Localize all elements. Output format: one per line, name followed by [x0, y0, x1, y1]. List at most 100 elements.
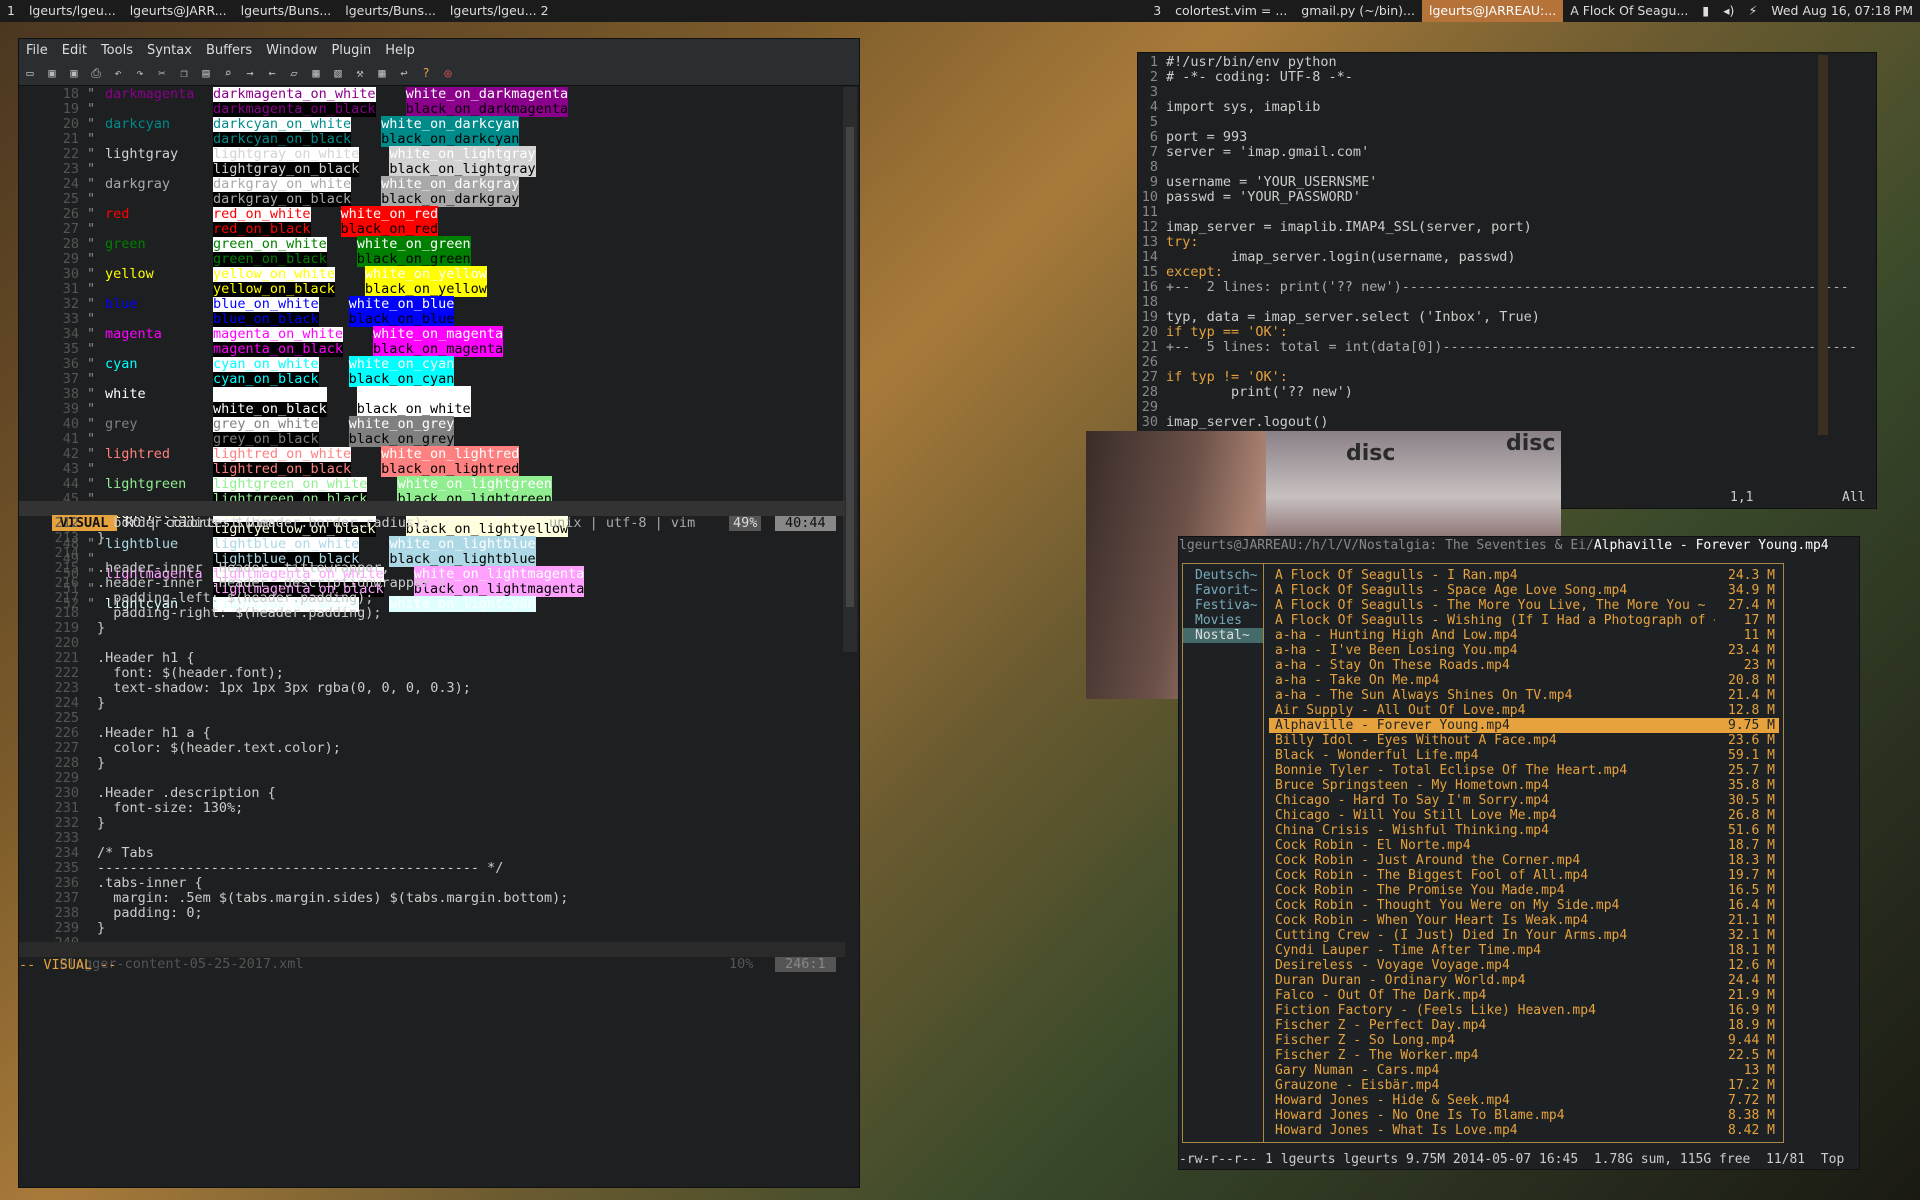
file-item[interactable]: Falco - Out Of The Dark.mp4 21.9 M: [1269, 988, 1779, 1003]
scrollbar-thumb[interactable]: [846, 127, 854, 607]
directory-item[interactable]: Favorit~: [1183, 583, 1263, 598]
scrollbar[interactable]: [1818, 55, 1828, 435]
code-line: 36 " cyan cyan_on_white white_on_cyan: [19, 356, 841, 372]
file-item[interactable]: Air Supply - All Out Of Love.mp4 12.8 M: [1269, 703, 1779, 718]
python-code[interactable]: 1 #!/usr/bin/env python 2 # -*- coding: UTF…: [1138, 55, 1857, 430]
file-item[interactable]: A Flock Of Seagulls - I Ran.mp4 24.3 M: [1269, 568, 1779, 583]
save-all-icon[interactable]: ▣: [67, 66, 81, 80]
file-item[interactable]: Black - Wonderful Life.mp4 59.1 M: [1269, 748, 1779, 763]
menu-help[interactable]: Help: [378, 43, 422, 58]
clock[interactable]: Wed Aug 16, 07:18 PM: [1764, 0, 1920, 22]
directory-item[interactable]: Deutsch~: [1183, 568, 1263, 583]
scrollbar[interactable]: [843, 87, 857, 652]
file-item[interactable]: Alphaville - Forever Young.mp4 9.75 M: [1269, 718, 1779, 733]
file-item[interactable]: Grauzone - Eisbär.mp4 17.2 M: [1269, 1078, 1779, 1093]
file-item[interactable]: Chicago - Will You Still Love Me.mp4 26.8…: [1269, 808, 1779, 823]
file-item[interactable]: Duran Duran - Ordinary World.mp4 24.4 M: [1269, 973, 1779, 988]
save-session-icon[interactable]: ▦: [309, 66, 323, 80]
network-icon[interactable]: ⚡: [1741, 0, 1764, 22]
menu-file[interactable]: File: [19, 43, 55, 58]
redo-icon[interactable]: ↷: [133, 66, 147, 80]
battery-icon[interactable]: ▮: [1695, 0, 1716, 22]
file-item[interactable]: a-ha - Stay On These Roads.mp4 23 M: [1269, 658, 1779, 673]
file-item[interactable]: Cock Robin - The Promise You Made.mp4 16.…: [1269, 883, 1779, 898]
file-item[interactable]: Billy Idol - Eyes Without A Face.mp4 23.6…: [1269, 733, 1779, 748]
code-line: 230 .Header .description {: [19, 786, 841, 801]
file-item[interactable]: Gary Numan - Cars.mp4 13 M: [1269, 1063, 1779, 1078]
file-item[interactable]: a-ha - The Sun Always Shines On TV.mp4 21…: [1269, 688, 1779, 703]
directory-item[interactable]: Festiva~: [1183, 598, 1263, 613]
find-icon[interactable]: ⌕: [221, 66, 235, 80]
directory-item[interactable]: Movies: [1183, 613, 1263, 628]
file-item[interactable]: Cock Robin - When Your Heart Is Weak.mp4…: [1269, 913, 1779, 928]
file-item[interactable]: Bruce Springsteen - My Hometown.mp4 35.8 …: [1269, 778, 1779, 793]
file-item[interactable]: Cock Robin - Thought You Were on My Side…: [1269, 898, 1779, 913]
workspace-button[interactable]: 3: [1146, 0, 1168, 22]
menu-edit[interactable]: Edit: [55, 43, 94, 58]
task-button-active[interactable]: lgeurts@JARREAU:...: [1421, 0, 1564, 22]
file-item[interactable]: Fiction Factory - (Feels Like) Heaven.mp…: [1269, 1003, 1779, 1018]
task-button[interactable]: lgeurts/Buns...: [234, 0, 339, 22]
cut-icon[interactable]: ✂: [155, 66, 169, 80]
undo-icon[interactable]: ↶: [111, 66, 125, 80]
task-button[interactable]: lgeurts/Buns...: [338, 0, 443, 22]
print-icon[interactable]: ⎙: [89, 66, 103, 80]
menu-tools[interactable]: Tools: [94, 43, 140, 58]
file-item[interactable]: China Crisis - Wishful Thinking.mp4 51.6 …: [1269, 823, 1779, 838]
command-line[interactable]: -- VISUAL --: [19, 957, 845, 973]
code-line: 229: [19, 771, 841, 786]
file-item[interactable]: a-ha - I've Been Losing You.mp4 23.4 M: [1269, 643, 1779, 658]
menu-plugin[interactable]: Plugin: [324, 43, 378, 58]
file-item[interactable]: Chicago - Hard To Say I'm Sorry.mp4 30.5 …: [1269, 793, 1779, 808]
line-number: 19: [62, 101, 79, 117]
file-item[interactable]: Cock Robin - The Biggest Fool of All.mp4…: [1269, 868, 1779, 883]
file-item[interactable]: Fischer Z - So Long.mp4 9.44 M: [1269, 1033, 1779, 1048]
menu-syntax[interactable]: Syntax: [140, 43, 199, 58]
file-item[interactable]: Howard Jones - What Is Love.mp4 8.42 M: [1269, 1123, 1779, 1138]
paste-icon[interactable]: ▤: [199, 66, 213, 80]
copy-icon[interactable]: ❐: [177, 66, 191, 80]
directory-item[interactable]: Nostal~: [1183, 628, 1263, 643]
task-button[interactable]: lgeurts/lgeu... 2: [443, 0, 556, 22]
task-button[interactable]: lgeurts@JARR...: [123, 0, 234, 22]
file-item[interactable]: Howard Jones - No One Is To Blame.mp4 8.3…: [1269, 1108, 1779, 1123]
workspace-button[interactable]: 1: [0, 0, 22, 22]
file-item[interactable]: a-ha - Hunting High And Low.mp4 11 M: [1269, 628, 1779, 643]
save-icon[interactable]: ▣: [45, 66, 59, 80]
find-help-icon[interactable]: ◎: [441, 66, 455, 80]
css-pane[interactable]: 212 border-radius: $(header.border.radiu…: [19, 516, 841, 946]
file-item[interactable]: Bonnie Tyler - Total Eclipse Of The Hear…: [1269, 763, 1779, 778]
file-item[interactable]: Desireless - Voyage Voyage.mp4 12.6 M: [1269, 958, 1779, 973]
file-item[interactable]: A Flock Of Seagulls - Space Age Love Son…: [1269, 583, 1779, 598]
file-item[interactable]: A Flock Of Seagulls - The More You Live,…: [1269, 598, 1779, 613]
file-item[interactable]: Fischer Z - The Worker.mp4 22.5 M: [1269, 1048, 1779, 1063]
forward-icon[interactable]: →: [243, 66, 257, 80]
code-line: 234 /* Tabs: [19, 846, 841, 861]
file-item[interactable]: Fischer Z - Perfect Day.mp4 18.9 M: [1269, 1018, 1779, 1033]
run-script-icon[interactable]: ▧: [331, 66, 345, 80]
file-item[interactable]: Cock Robin - El Norte.mp4 18.7 M: [1269, 838, 1779, 853]
help-icon[interactable]: ?: [419, 66, 433, 80]
file-item[interactable]: Cock Robin - Just Around the Corner.mp4 1…: [1269, 853, 1779, 868]
file-item[interactable]: Howard Jones - Hide & Seek.mp4 7.72 M: [1269, 1093, 1779, 1108]
open-icon[interactable]: ▭: [23, 66, 37, 80]
line-number: 18: [62, 87, 79, 102]
file-item[interactable]: Cyndi Lauper - Time After Time.mp4 18.1 M: [1269, 943, 1779, 958]
file-item[interactable]: a-ha - Take On Me.mp4 20.8 M: [1269, 673, 1779, 688]
back-icon[interactable]: ←: [265, 66, 279, 80]
table-icon[interactable]: ▦: [375, 66, 389, 80]
menu-buffers[interactable]: Buffers: [199, 43, 259, 58]
make-icon[interactable]: ⚒: [353, 66, 367, 80]
task-button[interactable]: A Flock Of Seagu...: [1563, 0, 1695, 22]
file-item[interactable]: Cutting Crew - (I Just) Died In Your Arm…: [1269, 928, 1779, 943]
jump-icon[interactable]: ↩: [397, 66, 411, 80]
task-button[interactable]: gmail.py (~/bin)...: [1294, 0, 1422, 22]
color-sample: blue_on_black: [213, 311, 319, 327]
volume-icon[interactable]: ◂): [1716, 0, 1741, 22]
menu-window[interactable]: Window: [259, 43, 324, 58]
file-item[interactable]: A Flock Of Seagulls - Wishing (If I Had …: [1269, 613, 1779, 628]
task-button[interactable]: colortest.vim = ...: [1168, 0, 1294, 22]
load-session-icon[interactable]: ▱: [287, 66, 301, 80]
line-number: 229: [54, 770, 79, 786]
task-button[interactable]: lgeurts/lgeu...: [22, 0, 123, 22]
